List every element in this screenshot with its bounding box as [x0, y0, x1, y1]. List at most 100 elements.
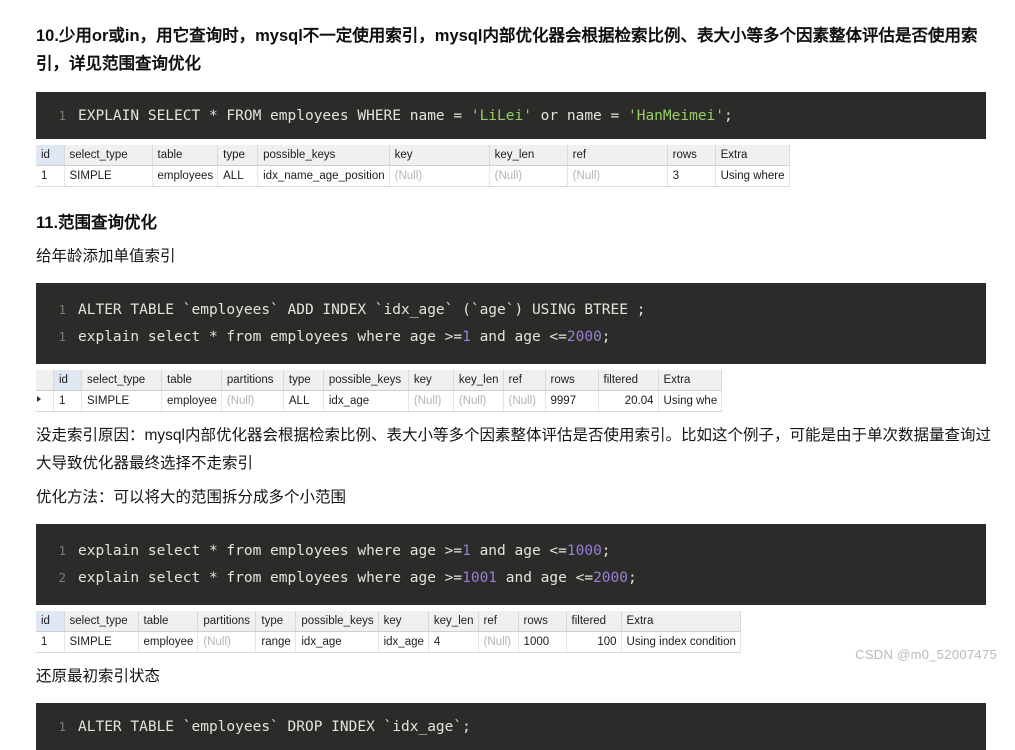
column-header[interactable]: partitions — [221, 370, 284, 391]
column-header[interactable]: select_type — [64, 145, 153, 166]
column-header[interactable]: key — [408, 370, 454, 391]
explain-result-table-2-wrap: id select_type table partitions type possible… — [36, 370, 996, 412]
column-header[interactable]: table — [138, 611, 199, 632]
code-block-explain-or: 1 EXPLAIN SELECT * FROM employees WHERE n… — [36, 92, 986, 139]
table-row[interactable]: 1 SIMPLE employees ALL idx_name_age_position… — [36, 165, 790, 187]
code-token: 2000 — [593, 570, 628, 586]
code-line: 1 EXPLAIN SELECT * FROM employees WHERE n… — [36, 102, 986, 129]
code-block-add-index: 1 ALTER TABLE `employees` ADD INDEX `idx_… — [36, 283, 986, 364]
column-header[interactable]: possible_keys — [295, 611, 379, 632]
table-cell[interactable]: idx_age — [378, 631, 429, 653]
table-cell[interactable]: (Null) — [478, 631, 519, 653]
table-row[interactable]: 1 SIMPLE employee (Null) range idx_age idx_age… — [36, 631, 741, 653]
code-token: and age <= — [497, 570, 594, 586]
table-cell[interactable]: SIMPLE — [81, 390, 162, 412]
table-cell[interactable]: idx_name_age_position — [257, 165, 390, 187]
code-line: 1 ALTER TABLE `employees` DROP INDEX `idx… — [36, 713, 986, 740]
column-header[interactable]: type — [255, 611, 297, 632]
code-token: and age <= — [470, 329, 567, 345]
code-token: 2000 — [566, 329, 602, 345]
code-line-number: 1 — [58, 543, 66, 558]
code-token: 1000 — [566, 543, 602, 559]
table-cell[interactable]: 3 — [667, 165, 716, 187]
table-cell[interactable]: 4 — [428, 631, 479, 653]
table-cell[interactable]: idx_age — [295, 631, 379, 653]
column-header[interactable]: partitions — [197, 611, 257, 632]
column-header[interactable]: key — [389, 145, 490, 166]
table-cell[interactable]: idx_age — [323, 390, 409, 412]
column-header[interactable]: key_len — [428, 611, 479, 632]
table-cell[interactable]: (Null) — [453, 390, 504, 412]
table-cell[interactable]: (Null) — [408, 390, 454, 412]
column-header[interactable]: id — [36, 611, 65, 632]
column-header[interactable]: ref — [478, 611, 519, 632]
column-header[interactable]: key — [378, 611, 429, 632]
column-header[interactable]: rows — [518, 611, 567, 632]
table-cell[interactable]: 1 — [36, 631, 65, 653]
table-cell[interactable]: SIMPLE — [64, 165, 153, 187]
column-header[interactable]: rows — [667, 145, 716, 166]
column-header[interactable]: select_type — [81, 370, 162, 391]
csdn-watermark: CSDN @m0_52007475 — [855, 647, 997, 662]
table-cell[interactable]: employee — [138, 631, 199, 653]
paragraph-optimize-method: 优化方法：可以将大的范围拆分成多个小范围 — [36, 489, 347, 506]
column-header[interactable]: table — [161, 370, 222, 391]
table-cell[interactable]: ALL — [283, 390, 324, 412]
column-header[interactable]: possible_keys — [323, 370, 409, 391]
table-cell[interactable]: 1 — [53, 390, 82, 412]
column-header[interactable]: key_len — [453, 370, 504, 391]
code-token: and age <= — [470, 543, 567, 559]
table-cell[interactable]: employees — [152, 165, 219, 187]
table-row[interactable]: 1 SIMPLE employee (Null) ALL idx_age (Null) (Nu… — [36, 390, 723, 412]
column-header[interactable]: table — [152, 145, 219, 166]
code-line: 2 explain select * from employees where a… — [36, 564, 986, 591]
document-content: 10.少用or或in，用它查询时，mysql不一定使用索引，mysql内部优化器… — [36, 22, 996, 750]
table-cell[interactable]: 20.04 — [598, 390, 659, 412]
table-cell[interactable]: range — [255, 631, 297, 653]
code-line-number: 1 — [58, 719, 66, 734]
document-page: 10.少用or或in，用它查询时，mysql不一定使用索引，mysql内部优化器… — [0, 0, 1015, 750]
column-header[interactable]: type — [283, 370, 324, 391]
column-header[interactable]: filtered — [598, 370, 659, 391]
column-header[interactable]: key_len — [489, 145, 568, 166]
table-cell[interactable]: Using index condition — [621, 631, 741, 653]
column-header[interactable]: filtered — [566, 611, 622, 632]
column-header[interactable]: id — [36, 145, 65, 166]
section-heading-10: 10.少用or或in，用它查询时，mysql不一定使用索引，mysql内部优化器… — [36, 27, 978, 73]
table-cell[interactable]: 9997 — [545, 390, 599, 412]
table-cell[interactable]: (Null) — [567, 165, 668, 187]
table-cell[interactable]: employee — [161, 390, 222, 412]
table-header-row: id select_type table partitions type possible… — [36, 370, 723, 391]
table-cell[interactable]: ALL — [217, 165, 259, 187]
table-cell[interactable]: 1 — [36, 165, 65, 187]
explain-result-table-1: id select_type table type possible_keys key ke… — [36, 145, 790, 187]
table-cell[interactable]: (Null) — [389, 165, 490, 187]
code-token: 'LiLei' — [470, 108, 532, 124]
column-header[interactable]: id — [53, 370, 82, 391]
column-header[interactable]: Extra — [658, 370, 723, 391]
table-cell[interactable]: SIMPLE — [64, 631, 139, 653]
code-token: 1 — [462, 329, 471, 345]
table-cell[interactable]: (Null) — [489, 165, 568, 187]
table-cell[interactable]: 100 — [566, 631, 622, 653]
column-header[interactable]: Extra — [621, 611, 741, 632]
column-header[interactable]: possible_keys — [257, 145, 390, 166]
table-cell[interactable]: Using where — [715, 165, 790, 187]
column-header[interactable]: ref — [567, 145, 668, 166]
explain-result-table-1-wrap: id select_type table type possible_keys key ke… — [36, 145, 996, 187]
table-cell[interactable]: Using whe — [658, 390, 723, 412]
column-header[interactable]: ref — [503, 370, 546, 391]
table-cell[interactable]: 1000 — [518, 631, 567, 653]
column-header[interactable]: Extra — [715, 145, 790, 166]
code-line-number: 1 — [58, 302, 66, 317]
code-token: explain select * from employees where ag… — [78, 543, 463, 559]
paragraph-no-index-reason: 没走索引原因：mysql内部优化器会根据检索比例、表大小等多个因素整体评估是否使… — [36, 427, 991, 472]
column-header[interactable]: type — [217, 145, 259, 166]
column-header[interactable]: rows — [545, 370, 599, 391]
section-heading-11: 11.范围查询优化 — [36, 214, 158, 232]
table-cell[interactable]: (Null) — [221, 390, 284, 412]
explain-result-table-3: id select_type table partitions type possible… — [36, 611, 741, 653]
column-header[interactable]: select_type — [64, 611, 139, 632]
table-cell[interactable]: (Null) — [197, 631, 257, 653]
table-cell[interactable]: (Null) — [503, 390, 546, 412]
